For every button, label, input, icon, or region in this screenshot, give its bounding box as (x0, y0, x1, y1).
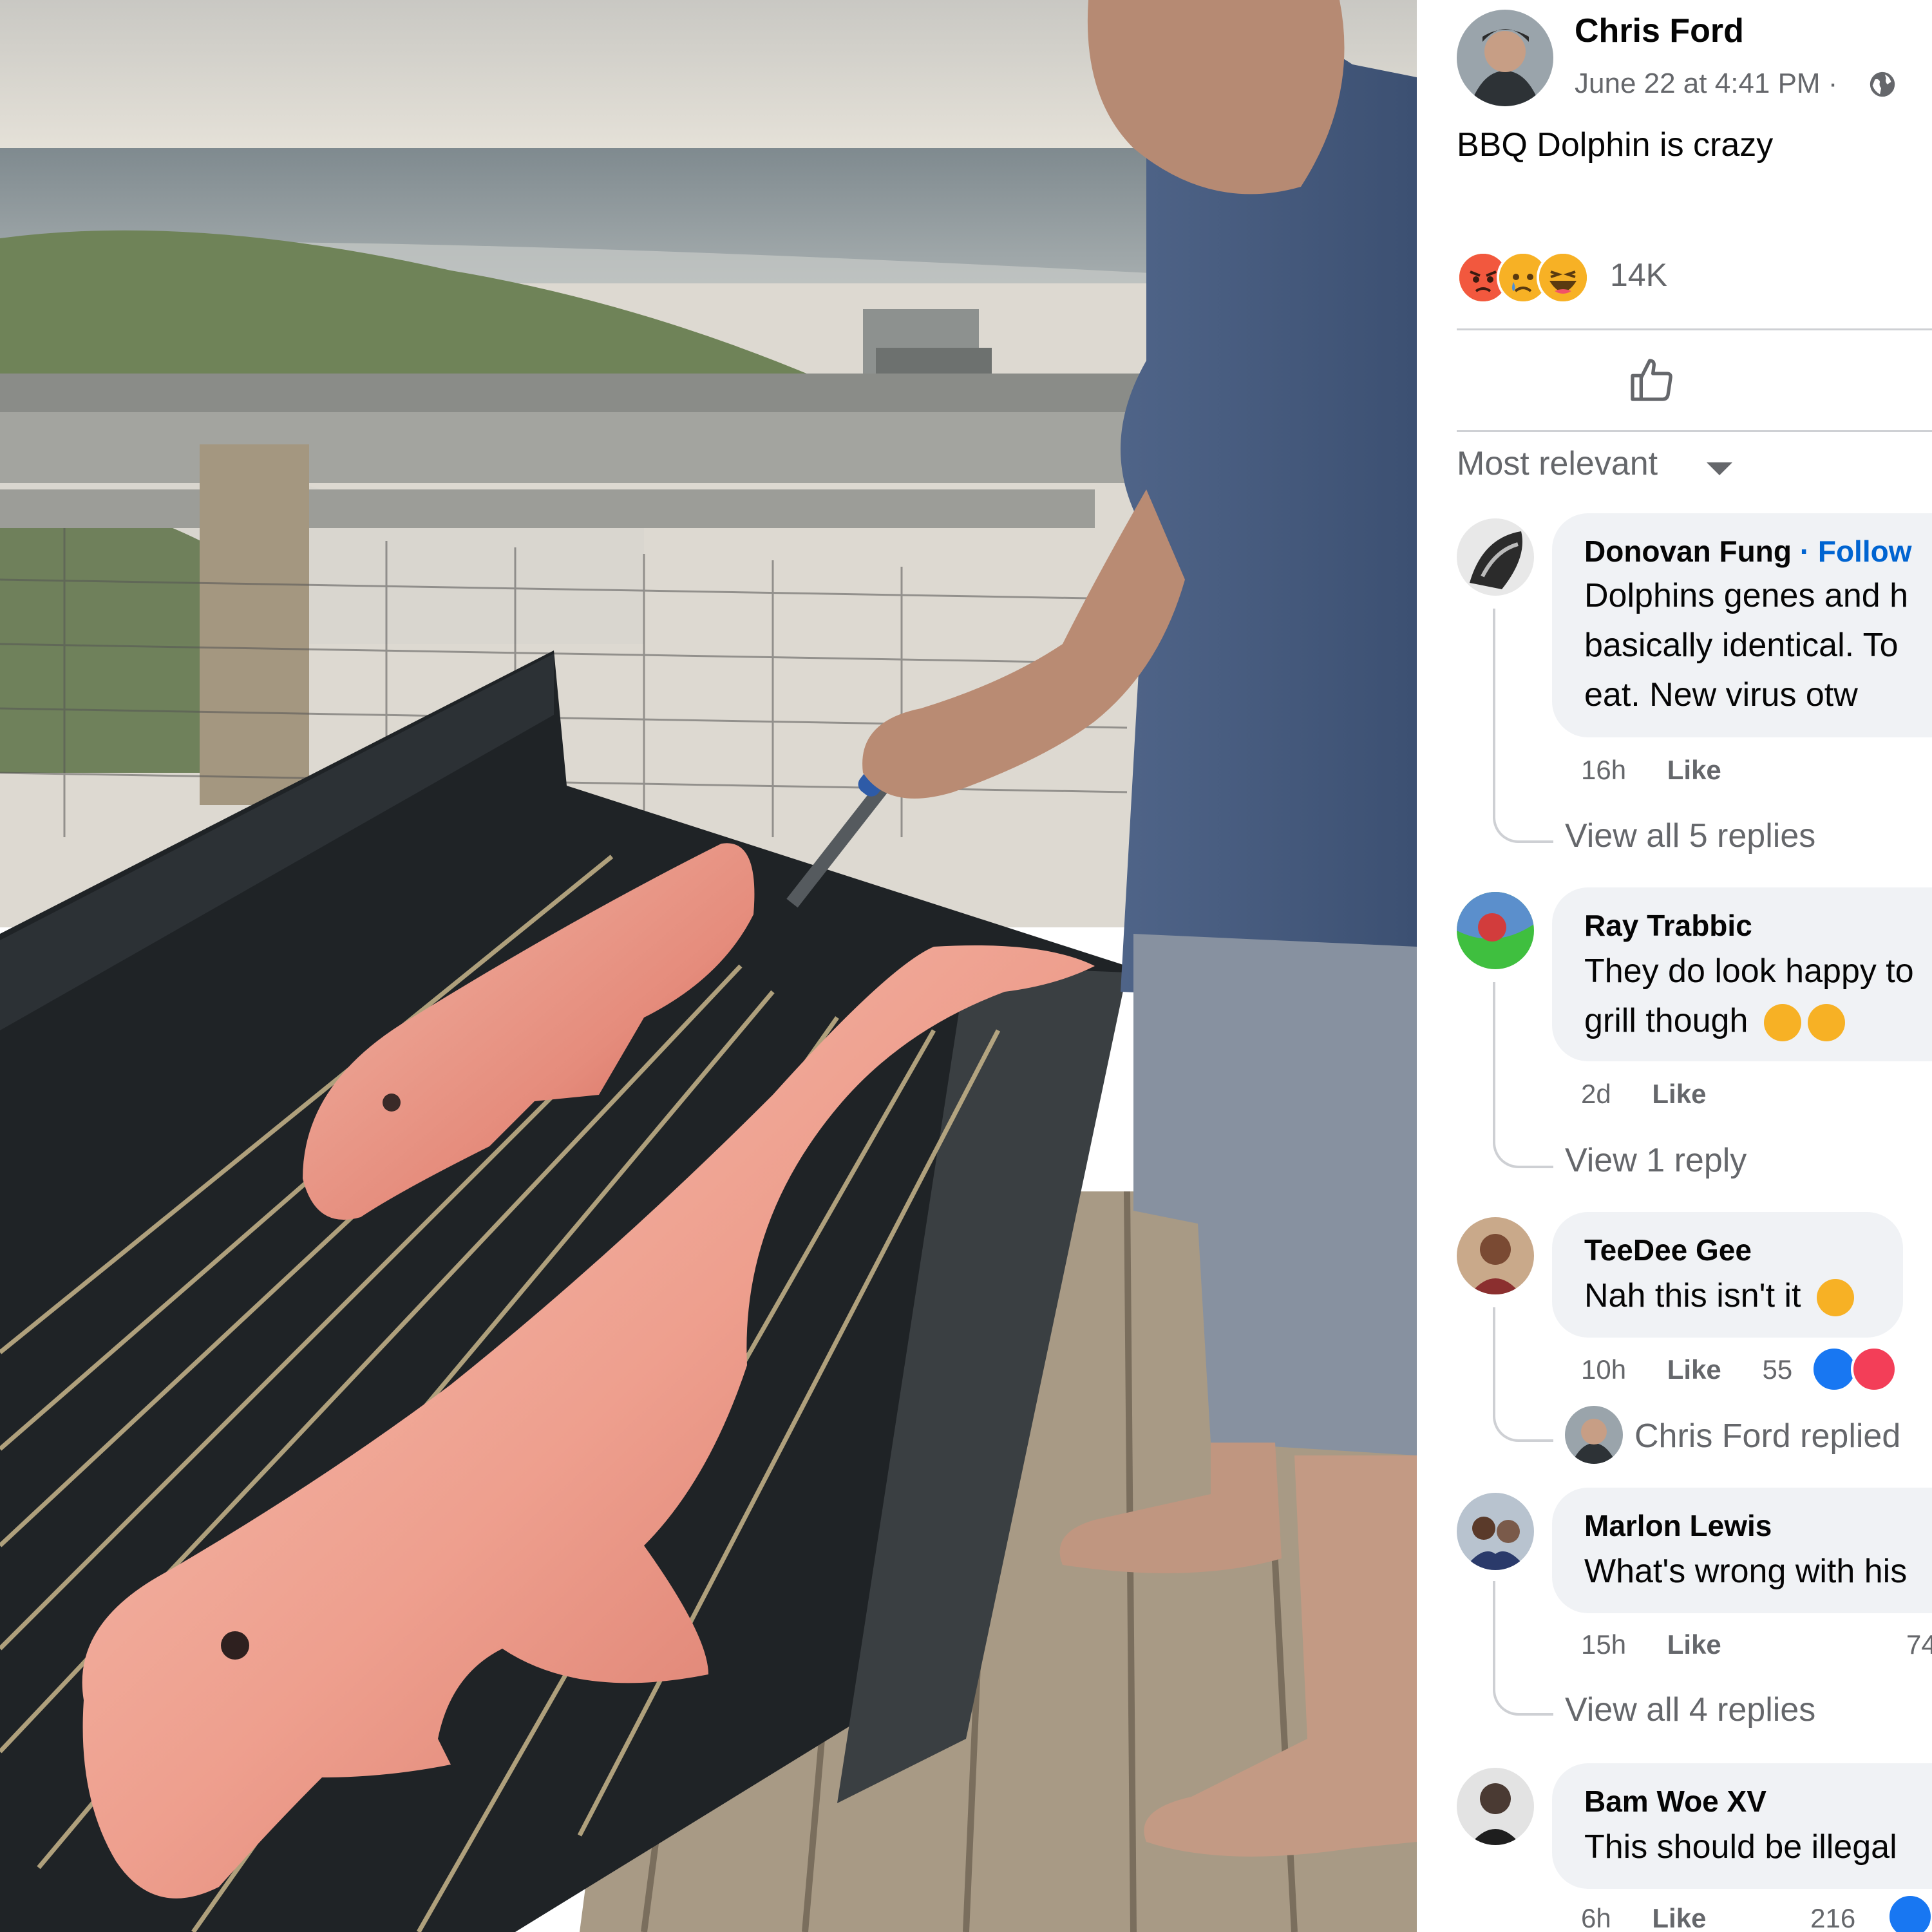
comment-meta: 6h Like 216 (1581, 1903, 1855, 1932)
comment-author[interactable]: Marlon Lewis (1584, 1508, 1772, 1543)
laughing-emoji-icon (1807, 1004, 1845, 1042)
love-reaction-icon (1851, 1346, 1897, 1392)
comment-bubble: TeeDee Gee Nah this isn't it (1552, 1212, 1903, 1338)
laughing-emoji-icon (1763, 1004, 1801, 1042)
follow-link[interactable]: · Follow (1792, 535, 1912, 568)
comment-line: basically identical. To (1584, 627, 1899, 664)
comment-time[interactable]: 2d (1581, 1079, 1611, 1109)
post-caption: BBQ Dolphin is crazy (1457, 126, 1774, 164)
view-replies-link[interactable]: View all 4 replies (1565, 1690, 1815, 1729)
comment-author[interactable]: TeeDee Gee (1584, 1233, 1752, 1267)
comment-sort-dropdown[interactable]: Most relevant (1457, 444, 1658, 483)
like-reaction-icon (1887, 1893, 1932, 1932)
comment-like-button[interactable]: Like (1667, 1354, 1721, 1385)
commenter-avatar[interactable] (1457, 1768, 1534, 1845)
commenter-avatar[interactable] (1457, 892, 1534, 969)
comment-author[interactable]: Donovan Fung (1584, 535, 1792, 568)
comment-line: What's wrong with his (1584, 1553, 1908, 1590)
reply-thread-line (1493, 1581, 1553, 1716)
author-avatar[interactable] (1457, 10, 1553, 106)
comment-line: grill though (1584, 1002, 1748, 1039)
comment-text: Nah this isn't it (1584, 1271, 1854, 1321)
view-replies-link[interactable]: View 1 reply (1565, 1141, 1747, 1180)
reactions-divider (1457, 328, 1932, 330)
comment-bubble: Marlon Lewis What's wrong with his (1552, 1488, 1932, 1613)
comment-bubble: Donovan Fung · Follow Dolphins genes and… (1552, 513, 1932, 737)
post-photo[interactable] (0, 0, 1417, 1932)
reaction-summary[interactable]: 14K (1457, 251, 1908, 304)
comment-line: Nah this isn't it (1584, 1277, 1801, 1314)
commenter-avatar[interactable] (1457, 518, 1534, 596)
comment-text: They do look happy to grill though (1584, 947, 1914, 1046)
reply-thread-line (1493, 1307, 1553, 1442)
reply-author-avatar[interactable] (1565, 1406, 1623, 1464)
comment-time[interactable]: 15h (1581, 1629, 1626, 1660)
comment-meta: 10h Like 55 (1581, 1354, 1792, 1385)
comment-line: They do look happy to (1584, 952, 1914, 990)
reply-thread-line (1493, 609, 1553, 843)
comment-reaction-count[interactable]: 55 (1762, 1354, 1792, 1385)
post-sidebar: Chris Ford June 22 at 4:41 PM · BBQ Dolp… (1417, 0, 1932, 1932)
comment-text: What's wrong with his (1584, 1547, 1907, 1596)
globe-icon (1870, 71, 1895, 97)
comment-like-button[interactable]: Like (1652, 1079, 1706, 1109)
comment-text: Dolphins genes and h basically identical… (1584, 571, 1908, 720)
reaction-count: 14K (1610, 257, 1667, 293)
comment-author[interactable]: Bam Woe XV (1584, 1784, 1766, 1819)
comment-line: Dolphins genes and h (1584, 577, 1909, 614)
comment-line: eat. New virus otw (1584, 676, 1858, 714)
bbq-photo-image (0, 0, 1417, 1932)
thumbs-up-icon[interactable] (1626, 354, 1678, 406)
comment-reaction-count[interactable]: 216 (1810, 1903, 1855, 1932)
reply-thread-line (1493, 982, 1553, 1168)
comment-time[interactable]: 10h (1581, 1354, 1626, 1385)
comment-line: This should be illegal (1584, 1828, 1897, 1866)
comment-like-button[interactable]: Like (1652, 1903, 1706, 1932)
comment-text: This should be illegal (1584, 1823, 1897, 1872)
comment-time[interactable]: 16h (1581, 755, 1626, 785)
view-replies-link[interactable]: View all 5 replies (1565, 817, 1815, 855)
comment-author[interactable]: Ray Trabbic (1584, 908, 1752, 943)
comment-meta: 15h Like (1581, 1629, 1721, 1660)
comment-reaction-count[interactable]: 74 (1906, 1629, 1932, 1660)
comment-like-button[interactable]: Like (1667, 755, 1721, 785)
flushed-emoji-icon (1816, 1279, 1854, 1317)
reply-preview[interactable]: Chris Ford replied (1634, 1417, 1900, 1455)
comment-time[interactable]: 6h (1581, 1903, 1611, 1932)
comment-like-button[interactable]: Like (1667, 1629, 1721, 1660)
post-timestamp[interactable]: June 22 at 4:41 PM · (1575, 68, 1837, 100)
commenter-avatar[interactable] (1457, 1493, 1534, 1570)
comment-meta: 2d Like (1581, 1079, 1706, 1110)
comment-bubble: Ray Trabbic They do look happy to grill … (1552, 887, 1932, 1061)
caret-down-icon[interactable] (1707, 462, 1732, 475)
actions-divider (1457, 430, 1932, 432)
haha-reaction-icon (1537, 251, 1589, 304)
comment-meta: 16h Like (1581, 755, 1721, 786)
commenter-avatar[interactable] (1457, 1217, 1534, 1294)
post-author-name[interactable]: Chris Ford (1575, 12, 1744, 50)
comment-bubble: Bam Woe XV This should be illegal (1552, 1763, 1932, 1889)
